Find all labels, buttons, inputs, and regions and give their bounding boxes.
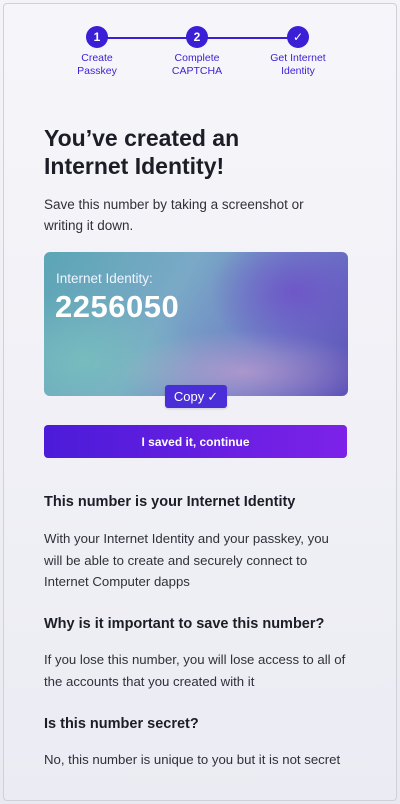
step-2-marker: 2 <box>186 26 208 48</box>
continue-button[interactable]: I saved it, continue <box>44 425 347 458</box>
identity-card-label: Internet Identity: <box>56 271 153 286</box>
page-title: You’ve created an Internet Identity! <box>44 125 240 179</box>
identity-created-page: 1 Create Passkey 2 Complete CAPTCHA ✓ Ge… <box>3 3 397 801</box>
copy-button[interactable]: Copy ✓ <box>165 385 227 408</box>
section-1-body: With your Internet Identity and your pas… <box>44 531 329 589</box>
section-3-title: Is this number secret? <box>44 716 199 732</box>
section-3-body: No, this number is unique to you but it … <box>44 752 341 767</box>
copy-button-label: Copy <box>173 389 205 404</box>
identity-card: Internet Identity: 2256050 <box>44 252 348 396</box>
step-create-passkey: 1 Create Passkey <box>47 26 147 78</box>
step-complete-captcha: 2 Complete CAPTCHA <box>147 26 247 78</box>
step-3-check-icon: ✓ <box>287 26 309 48</box>
step-get-identity: ✓ Get Internet Identity <box>248 26 348 78</box>
step-1-marker: 1 <box>86 26 108 48</box>
check-icon: ✓ <box>207 389 219 404</box>
step-2-label: Complete CAPTCHA <box>171 52 223 77</box>
identity-number: 2256050 <box>55 289 180 324</box>
main-content: You’ve created an Internet Identity! Sav… <box>44 124 349 767</box>
section-2-body: If you lose this number, you will lose a… <box>44 652 346 689</box>
intro-text: Save this number by taking a screenshot … <box>44 197 304 233</box>
section-2-title: Why is it important to save this number? <box>44 616 325 632</box>
progress-stepper: 1 Create Passkey 2 Complete CAPTCHA ✓ Ge… <box>4 26 396 86</box>
step-3-label: Get Internet Identity <box>270 52 326 77</box>
section-1-title: This number is your Internet Identity <box>44 494 296 510</box>
step-1-label: Create Passkey <box>77 52 117 77</box>
